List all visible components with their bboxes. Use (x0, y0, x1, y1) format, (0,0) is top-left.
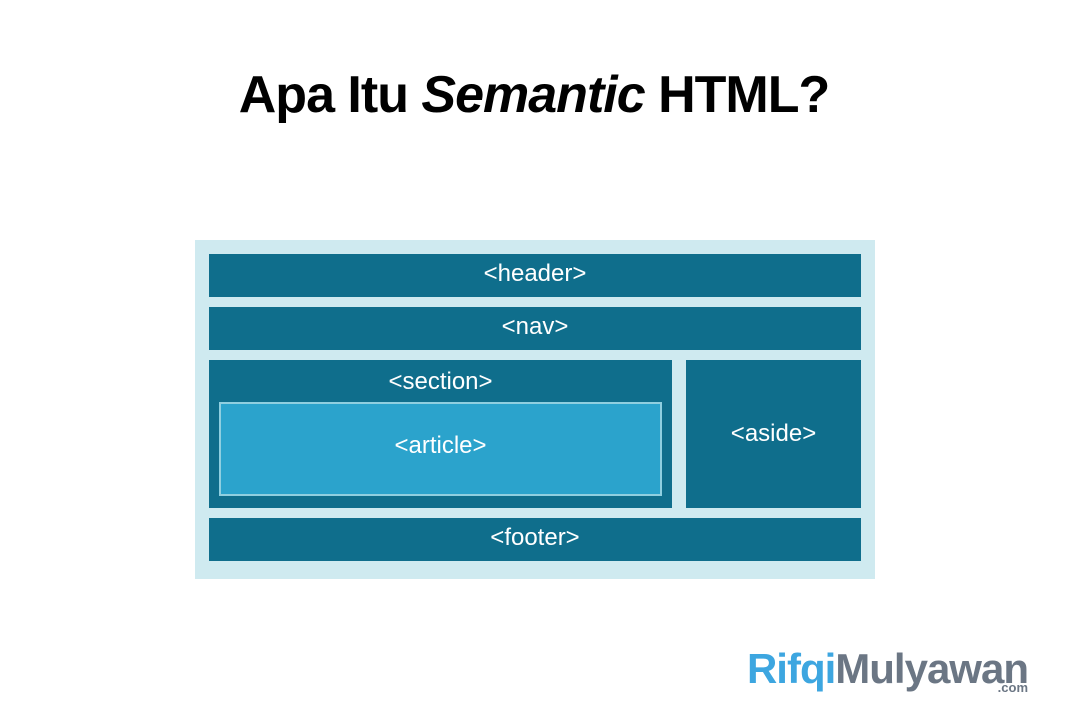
title-italic: Semantic (421, 66, 644, 124)
page-title: Apa Itu Semantic HTML? (0, 65, 1068, 125)
semantic-html-diagram: <header> <nav> <section> <article> <asid… (195, 240, 875, 579)
title-pre: Apa Itu (239, 66, 422, 124)
section-label: <section> (219, 368, 662, 402)
footer-block: <footer> (209, 518, 861, 561)
watermark-first: Rifqi (747, 645, 835, 692)
watermark-logo: RifqiMulyawan .com (747, 645, 1028, 693)
section-block: <section> <article> (209, 360, 672, 508)
watermark-tld: .com (998, 680, 1028, 695)
header-block: <header> (209, 254, 861, 297)
nav-block: <nav> (209, 307, 861, 350)
title-post: HTML? (645, 66, 830, 124)
aside-label: <aside> (731, 420, 816, 448)
main-row: <section> <article> <aside> (209, 360, 861, 508)
article-block: <article> (219, 402, 662, 496)
aside-block: <aside> (686, 360, 861, 508)
